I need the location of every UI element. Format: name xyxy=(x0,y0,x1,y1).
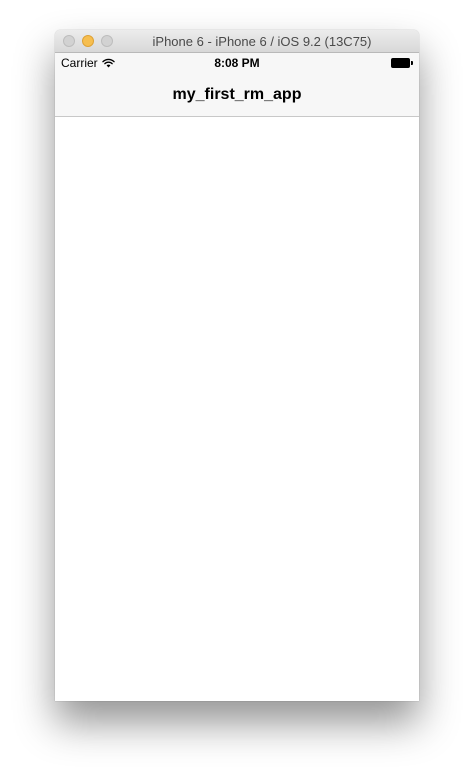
status-bar: Carrier 8:08 PM xyxy=(55,53,419,73)
zoom-button[interactable] xyxy=(101,35,113,47)
close-button[interactable] xyxy=(63,35,75,47)
main-content xyxy=(55,117,419,701)
nav-title: my_first_rm_app xyxy=(172,85,302,103)
window-controls xyxy=(63,35,113,47)
desktop-background: iPhone 6 - iPhone 6 / iOS 9.2 (13C75) Ca… xyxy=(0,0,474,779)
minimize-button[interactable] xyxy=(82,35,94,47)
navigation-bar: my_first_rm_app xyxy=(55,73,419,117)
battery-body xyxy=(391,58,410,68)
window-titlebar[interactable]: iPhone 6 - iPhone 6 / iOS 9.2 (13C75) xyxy=(55,30,419,53)
battery-icon xyxy=(391,58,413,68)
battery-tip xyxy=(411,61,413,65)
simulator-window: iPhone 6 - iPhone 6 / iOS 9.2 (13C75) Ca… xyxy=(55,30,419,701)
status-time: 8:08 PM xyxy=(214,56,260,70)
window-title: iPhone 6 - iPhone 6 / iOS 9.2 (13C75) xyxy=(152,33,372,49)
device-screen: Carrier 8:08 PM my_first_rm_app xyxy=(55,53,419,701)
